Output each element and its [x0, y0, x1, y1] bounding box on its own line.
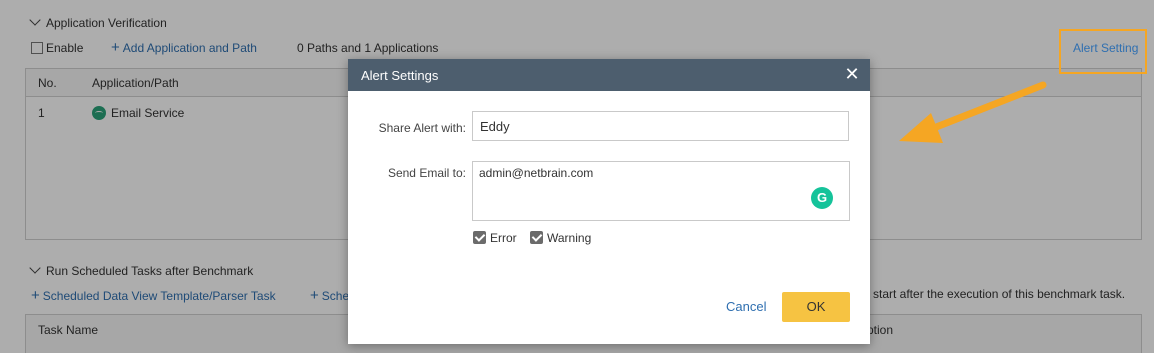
cancel-button[interactable]: Cancel — [726, 299, 766, 314]
send-email-label: Send Email to: — [387, 166, 466, 180]
checkbox-checked-icon[interactable] — [530, 231, 543, 244]
grammarly-icon[interactable]: G — [811, 187, 833, 209]
alert-setting-link[interactable]: Alert Setting — [1073, 41, 1138, 55]
error-checkbox-label: Error — [490, 231, 517, 245]
ok-button[interactable]: OK — [782, 292, 850, 322]
error-checkbox[interactable]: Error — [473, 231, 517, 245]
warning-checkbox[interactable]: Warning — [530, 231, 591, 245]
share-alert-input[interactable] — [472, 111, 849, 141]
checkbox-checked-icon[interactable] — [473, 231, 486, 244]
alert-settings-dialog: Alert Settings ✕ Share Alert with: Send … — [348, 59, 870, 344]
send-email-input[interactable]: admin@netbrain.com — [472, 161, 850, 221]
warning-checkbox-label: Warning — [547, 231, 592, 245]
dialog-title: Alert Settings — [361, 68, 439, 83]
dialog-header: Alert Settings ✕ — [348, 59, 870, 91]
close-icon[interactable]: ✕ — [844, 65, 860, 83]
annotation-arrow-icon — [899, 81, 1047, 143]
share-alert-label: Share Alert with: — [378, 121, 466, 135]
